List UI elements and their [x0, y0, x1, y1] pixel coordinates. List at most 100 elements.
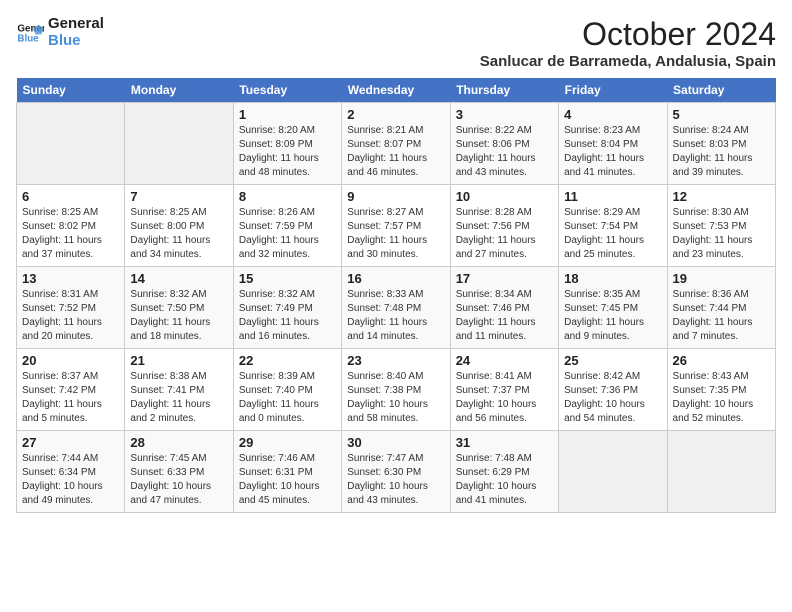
calendar-cell: 11 Sunrise: 8:29 AM Sunset: 7:54 PM Dayli… [559, 185, 667, 267]
day-number: 13 [22, 271, 119, 286]
logo-line2: Blue [48, 33, 104, 50]
calendar-cell: 22Sunrise: 8:39 AM Sunset: 7:40 PM Dayli… [233, 349, 341, 431]
day-number: 4 [564, 107, 661, 122]
day-info: Sunrise: 8:21 AM Sunset: 8:07 PM Dayligh… [347, 124, 444, 180]
calendar-cell: 15 Sunrise: 8:32 AM Sunset: 7:49 PM Dayli… [233, 267, 341, 349]
day-info: Sunrise: 8:24 AM Sunset: 8:03 PM Dayligh… [673, 124, 770, 180]
day-info: Sunrise: 8:30 AM Sunset: 7:53 PM Dayligh… [673, 206, 770, 262]
location-title: Sanlucar de Barrameda, Andalusia, Spain [480, 53, 776, 70]
calendar-cell: 8 Sunrise: 8:26 AM Sunset: 7:59 PM Daylig… [233, 185, 341, 267]
day-number: 31 [456, 435, 553, 450]
calendar-cell: 20 Sunrise: 8:37 AM Sunset: 7:42 PM Dayli… [17, 349, 125, 431]
day-info: Sunrise: 8:25 AM Sunset: 8:00 PM Dayligh… [130, 206, 227, 262]
calendar-cell: 25 Sunrise: 8:42 AM Sunset: 7:36 PM Dayli… [559, 349, 667, 431]
day-number: 29 [239, 435, 336, 450]
day-number: 14 [130, 271, 227, 286]
day-number: 20 [22, 353, 119, 368]
calendar-col-header: Sunday [17, 78, 125, 103]
calendar-cell: 3Sunrise: 8:22 AM Sunset: 8:06 PM Daylig… [450, 103, 558, 185]
day-info: Sunrise: 8:28 AM Sunset: 7:56 PM Dayligh… [456, 206, 553, 262]
logo: General Blue General Blue [16, 16, 104, 49]
calendar-week-row: 6 Sunrise: 8:25 AM Sunset: 8:02 PM Daylig… [17, 185, 776, 267]
day-number: 7 [130, 189, 227, 204]
calendar-cell: 29 Sunrise: 7:46 AM Sunset: 6:31 PM Dayli… [233, 431, 341, 513]
day-number: 9 [347, 189, 444, 204]
calendar-col-header: Thursday [450, 78, 558, 103]
calendar-week-row: 20 Sunrise: 8:37 AM Sunset: 7:42 PM Dayli… [17, 349, 776, 431]
day-number: 6 [22, 189, 119, 204]
day-number: 27 [22, 435, 119, 450]
calendar-col-header: Friday [559, 78, 667, 103]
day-info: Sunrise: 8:43 AM Sunset: 7:35 PM Dayligh… [673, 370, 770, 426]
day-info: Sunrise: 8:33 AM Sunset: 7:48 PM Dayligh… [347, 288, 444, 344]
day-info: Sunrise: 8:40 AM Sunset: 7:38 PM Dayligh… [347, 370, 444, 426]
day-info: Sunrise: 8:35 AM Sunset: 7:45 PM Dayligh… [564, 288, 661, 344]
day-info: Sunrise: 8:29 AM Sunset: 7:54 PM Dayligh… [564, 206, 661, 262]
day-info: Sunrise: 8:23 AM Sunset: 8:04 PM Dayligh… [564, 124, 661, 180]
calendar-col-header: Tuesday [233, 78, 341, 103]
svg-text:Blue: Blue [17, 33, 39, 44]
day-info: Sunrise: 8:20 AM Sunset: 8:09 PM Dayligh… [239, 124, 336, 180]
calendar-cell: 5 Sunrise: 8:24 AM Sunset: 8:03 PM Daylig… [667, 103, 775, 185]
day-number: 8 [239, 189, 336, 204]
calendar-cell: 19 Sunrise: 8:36 AM Sunset: 7:44 PM Dayli… [667, 267, 775, 349]
day-info: Sunrise: 7:48 AM Sunset: 6:29 PM Dayligh… [456, 452, 553, 508]
day-info: Sunrise: 8:38 AM Sunset: 7:41 PM Dayligh… [130, 370, 227, 426]
calendar-cell [667, 431, 775, 513]
month-title: October 2024 [480, 16, 776, 53]
day-number: 11 [564, 189, 661, 204]
calendar-cell [559, 431, 667, 513]
day-info: Sunrise: 8:27 AM Sunset: 7:57 PM Dayligh… [347, 206, 444, 262]
day-number: 25 [564, 353, 661, 368]
logo-line1: General [48, 16, 104, 33]
day-info: Sunrise: 7:46 AM Sunset: 6:31 PM Dayligh… [239, 452, 336, 508]
page-header: General Blue General Blue October 2024 S… [16, 16, 776, 70]
calendar-cell [125, 103, 233, 185]
calendar-cell: 12 Sunrise: 8:30 AM Sunset: 7:53 PM Dayli… [667, 185, 775, 267]
logo-icon: General Blue [16, 19, 44, 47]
calendar-cell: 9 Sunrise: 8:27 AM Sunset: 7:57 PM Daylig… [342, 185, 450, 267]
day-number: 19 [673, 271, 770, 286]
calendar-cell: 17Sunrise: 8:34 AM Sunset: 7:46 PM Dayli… [450, 267, 558, 349]
calendar-col-header: Wednesday [342, 78, 450, 103]
calendar-col-header: Saturday [667, 78, 775, 103]
day-number: 17 [456, 271, 553, 286]
day-number: 21 [130, 353, 227, 368]
day-number: 30 [347, 435, 444, 450]
calendar-cell: 10 Sunrise: 8:28 AM Sunset: 7:56 PM Dayli… [450, 185, 558, 267]
day-number: 10 [456, 189, 553, 204]
calendar-cell: 24Sunrise: 8:41 AM Sunset: 7:37 PM Dayli… [450, 349, 558, 431]
day-info: Sunrise: 8:26 AM Sunset: 7:59 PM Dayligh… [239, 206, 336, 262]
calendar-cell: 31 Sunrise: 7:48 AM Sunset: 6:29 PM Dayli… [450, 431, 558, 513]
day-info: Sunrise: 8:42 AM Sunset: 7:36 PM Dayligh… [564, 370, 661, 426]
calendar-cell: 13 Sunrise: 8:31 AM Sunset: 7:52 PM Dayli… [17, 267, 125, 349]
day-info: Sunrise: 8:25 AM Sunset: 8:02 PM Dayligh… [22, 206, 119, 262]
day-number: 24 [456, 353, 553, 368]
day-number: 5 [673, 107, 770, 122]
day-info: Sunrise: 8:32 AM Sunset: 7:50 PM Dayligh… [130, 288, 227, 344]
day-info: Sunrise: 8:31 AM Sunset: 7:52 PM Dayligh… [22, 288, 119, 344]
day-number: 18 [564, 271, 661, 286]
day-info: Sunrise: 7:45 AM Sunset: 6:33 PM Dayligh… [130, 452, 227, 508]
calendar-cell: 30Sunrise: 7:47 AM Sunset: 6:30 PM Dayli… [342, 431, 450, 513]
calendar-cell [17, 103, 125, 185]
day-info: Sunrise: 7:44 AM Sunset: 6:34 PM Dayligh… [22, 452, 119, 508]
day-number: 28 [130, 435, 227, 450]
calendar-week-row: 13 Sunrise: 8:31 AM Sunset: 7:52 PM Dayli… [17, 267, 776, 349]
day-number: 12 [673, 189, 770, 204]
day-info: Sunrise: 8:22 AM Sunset: 8:06 PM Dayligh… [456, 124, 553, 180]
calendar-body: 1Sunrise: 8:20 AM Sunset: 8:09 PM Daylig… [17, 103, 776, 513]
title-block: October 2024 Sanlucar de Barrameda, Anda… [480, 16, 776, 70]
calendar-table: SundayMondayTuesdayWednesdayThursdayFrid… [16, 78, 776, 513]
day-info: Sunrise: 8:36 AM Sunset: 7:44 PM Dayligh… [673, 288, 770, 344]
calendar-week-row: 1Sunrise: 8:20 AM Sunset: 8:09 PM Daylig… [17, 103, 776, 185]
day-info: Sunrise: 8:37 AM Sunset: 7:42 PM Dayligh… [22, 370, 119, 426]
day-info: Sunrise: 8:32 AM Sunset: 7:49 PM Dayligh… [239, 288, 336, 344]
calendar-cell: 16 Sunrise: 8:33 AM Sunset: 7:48 PM Dayli… [342, 267, 450, 349]
calendar-col-header: Monday [125, 78, 233, 103]
calendar-week-row: 27 Sunrise: 7:44 AM Sunset: 6:34 PM Dayli… [17, 431, 776, 513]
day-number: 15 [239, 271, 336, 286]
calendar-cell: 28 Sunrise: 7:45 AM Sunset: 6:33 PM Dayli… [125, 431, 233, 513]
day-number: 16 [347, 271, 444, 286]
day-info: Sunrise: 8:39 AM Sunset: 7:40 PM Dayligh… [239, 370, 336, 426]
